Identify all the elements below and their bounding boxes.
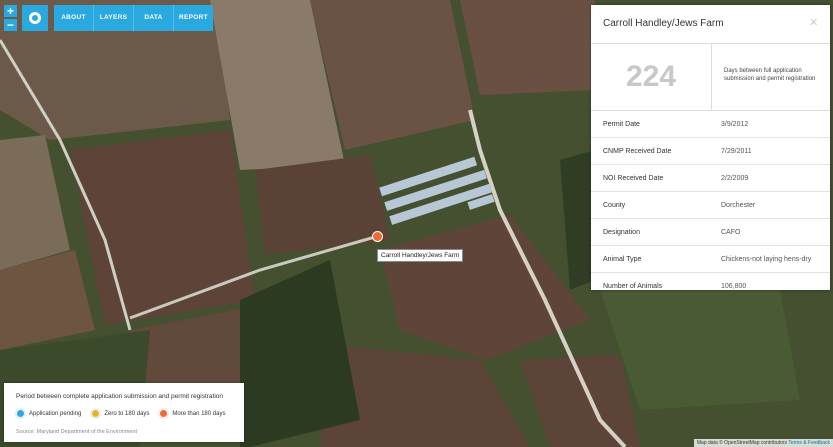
close-icon[interactable]: × xyxy=(809,14,818,31)
info-row: Animal Type Chickens-not laying hens-dry xyxy=(591,246,830,273)
legend-title: Period between complete application subm… xyxy=(16,393,224,400)
farm-marker[interactable] xyxy=(372,231,383,242)
info-row: Number of Animals 106,800 xyxy=(591,273,830,299)
legend-dot-icon xyxy=(91,409,101,418)
info-row-value: Dorchester xyxy=(721,201,756,209)
nav-data[interactable]: DATA xyxy=(134,5,174,31)
legend-source: Source: Maryland Department of the Envir… xyxy=(16,429,138,435)
info-row: Designation CAFO xyxy=(591,219,830,246)
terms-link[interactable]: Terms & Feedback xyxy=(788,440,830,446)
legend-items: Application pending Zero to 180 days Mor… xyxy=(16,409,225,418)
legend-dot-icon xyxy=(16,409,25,418)
info-row-label: Number of Animals xyxy=(603,282,663,290)
legend-label: Application pending xyxy=(29,410,82,417)
info-row-value: 106,800 xyxy=(721,282,747,290)
info-row-value: 2/2/2009 xyxy=(721,174,749,182)
legend-dot-icon xyxy=(159,409,169,418)
days-stat-description: Days between full application submission… xyxy=(724,68,816,82)
map-legend: Period between complete application subm… xyxy=(4,383,244,442)
ring-icon xyxy=(29,12,41,24)
legend-item: Application pending xyxy=(16,409,81,418)
marker-label: Carroll Handley/Jews Farm xyxy=(377,249,464,262)
legend-item: More than 180 days xyxy=(159,409,225,418)
legend-label: Zero to 180 days xyxy=(104,410,150,417)
zoom-in-button[interactable]: + xyxy=(4,5,17,17)
info-row-label: Permit Date xyxy=(603,120,640,128)
info-row-label: CNMP Received Date xyxy=(603,147,672,155)
info-row: NOI Received Date 2/2/2009 xyxy=(591,165,830,192)
home-logo-button[interactable] xyxy=(22,5,48,31)
farm-info-panel: Carroll Handley/Jews Farm × 224 Days bet… xyxy=(591,5,830,290)
zoom-out-button[interactable]: − xyxy=(4,19,17,31)
info-row-label: NOI Received Date xyxy=(603,174,664,182)
nav-about[interactable]: ABOUT xyxy=(54,5,94,31)
info-row-value: CAFO xyxy=(721,228,741,236)
info-row: CNMP Received Date 7/29/2011 xyxy=(591,138,830,165)
panel-title: Carroll Handley/Jews Farm xyxy=(603,18,724,29)
info-row-value: 3/9/2012 xyxy=(721,120,749,128)
nav-layers[interactable]: LAYERS xyxy=(94,5,134,31)
top-nav: ABOUT LAYERS DATA REPORT xyxy=(54,5,213,31)
info-row: County Dorchester xyxy=(591,192,830,219)
info-row-label: Animal Type xyxy=(603,255,642,263)
info-row-value: 7/29/2011 xyxy=(721,147,752,155)
nav-report[interactable]: REPORT xyxy=(174,5,213,31)
info-row-value: Chickens-not laying hens-dry xyxy=(721,255,812,263)
attribution-text: Map data © OpenStreetMap contributors xyxy=(696,440,787,446)
zoom-controls: + − xyxy=(4,5,17,31)
map-attribution: Map data © OpenStreetMap contributors Te… xyxy=(693,439,833,447)
info-row-label: Designation xyxy=(603,228,640,236)
legend-label: More than 180 days xyxy=(172,410,226,417)
days-stat-value: 224 xyxy=(591,44,712,110)
legend-item: Zero to 180 days xyxy=(91,409,149,418)
info-row: Permit Date 3/9/2012 xyxy=(591,111,830,138)
info-row-label: County xyxy=(603,201,626,209)
days-stat: 224 Days between full application submis… xyxy=(591,44,830,111)
panel-header: Carroll Handley/Jews Farm × xyxy=(591,5,830,44)
